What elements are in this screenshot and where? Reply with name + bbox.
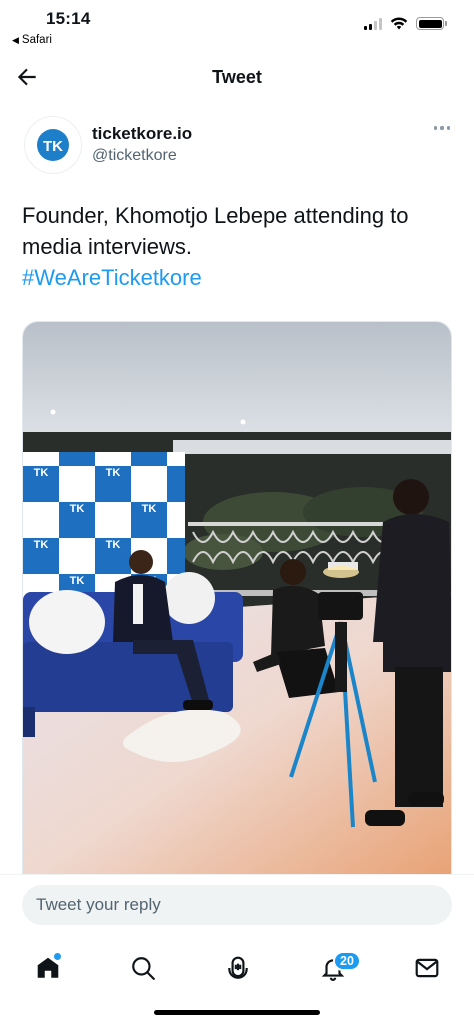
envelope-icon [415, 958, 439, 978]
home-indicator [154, 1010, 320, 1015]
bottom-tab-bar: 20 [0, 932, 474, 1024]
svg-text:TK: TK [106, 467, 121, 479]
svg-text:TK: TK [142, 503, 157, 515]
battery-icon [416, 17, 447, 30]
tab-spaces[interactable] [214, 944, 262, 992]
status-icons [364, 17, 447, 30]
reply-bar [0, 874, 474, 932]
svg-text:TK: TK [34, 539, 49, 551]
tweet-body: Founder, Khomotjo Lebepe attending to me… [22, 200, 452, 293]
svg-text:TK: TK [70, 575, 85, 587]
search-icon [132, 957, 155, 980]
tab-notifications[interactable]: 20 [309, 944, 361, 992]
tweet-photo[interactable]: TK TK TK TK TK TK TK TK [22, 321, 452, 881]
tab-messages[interactable] [403, 944, 451, 992]
tweet-author: TK ticketkore.io @ticketkore [22, 114, 454, 178]
reply-input[interactable] [22, 885, 452, 925]
notifications-count-badge: 20 [333, 951, 361, 971]
status-time: 15:14 [46, 9, 91, 28]
tweet-text: Founder, Khomotjo Lebepe attending to me… [22, 203, 409, 259]
more-horizontal-icon[interactable] [433, 126, 450, 130]
author-handle[interactable]: @ticketkore [92, 147, 177, 165]
spaces-microphone-icon [228, 956, 248, 979]
tab-home[interactable] [24, 944, 72, 992]
top-navigation: Tweet [0, 54, 474, 100]
photo-interview-scene: TK TK TK TK TK TK TK TK [23, 322, 451, 880]
svg-text:TK: TK [70, 503, 85, 515]
hashtag-link[interactable]: #WeAreTicketkore [22, 265, 202, 290]
back-triangle-icon: ◀ [12, 34, 19, 45]
svg-text:TK: TK [34, 467, 49, 479]
page-title: Tweet [212, 67, 262, 87]
back-app-label: Safari [21, 34, 52, 46]
wifi-icon [390, 17, 408, 30]
new-content-dot [54, 953, 61, 960]
author-name[interactable]: ticketkore.io [92, 124, 192, 144]
svg-text:TK: TK [43, 138, 63, 155]
tab-search[interactable] [119, 944, 167, 992]
back-to-app-link[interactable]: ◀ Safari [12, 34, 52, 46]
avatar[interactable]: TK [24, 116, 82, 174]
status-bar: 15:14 ◀ Safari [0, 0, 474, 54]
cellular-signal-icon [364, 17, 382, 30]
svg-text:TK: TK [106, 539, 121, 551]
ticketkore-logo: TK [37, 129, 69, 161]
